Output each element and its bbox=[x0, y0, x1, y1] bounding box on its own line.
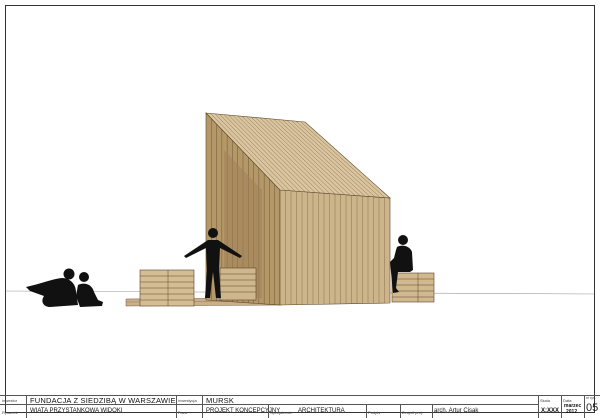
discipline-label: Specjalność bbox=[270, 410, 292, 415]
signature-label: Podpis bbox=[368, 410, 381, 415]
crate-bench-middle bbox=[219, 267, 257, 301]
crate-bench-right bbox=[391, 272, 435, 303]
investor-label: Inwestor bbox=[2, 398, 18, 403]
investment-value: MURSK bbox=[206, 396, 235, 405]
scale-value: X:XXX bbox=[541, 408, 560, 414]
sheet-number: 05 bbox=[586, 402, 599, 414]
sheet-number-label: nr rys. bbox=[586, 396, 596, 400]
scale-label: Skala bbox=[540, 398, 551, 403]
author-label: Zespół proj. bbox=[402, 410, 423, 415]
phase-label: Faza bbox=[178, 410, 187, 415]
investor-value: FUNDACJA Z SIEDZIBĄ W WARSZAWIE bbox=[30, 396, 176, 405]
silhouette-sitting-pair bbox=[26, 268, 103, 307]
investment-label: Inwestycja bbox=[178, 398, 197, 403]
discipline-value: ARCHITEKTURA bbox=[298, 408, 345, 414]
elevation-drawing bbox=[5, 112, 595, 307]
drawing-label: Rysunek bbox=[2, 410, 18, 415]
crate-bench-left bbox=[139, 269, 195, 307]
drawing-sheet: Inwestor FUNDACJA Z SIEDZIBĄ W WARSZAWIE… bbox=[0, 0, 600, 418]
date-year: 2012 bbox=[566, 409, 578, 415]
author-value: arch. Artur Cisak bbox=[434, 408, 479, 414]
title-block: Inwestor FUNDACJA Z SIEDZIBĄ W WARSZAWIE… bbox=[0, 395, 600, 418]
drawing-value: WIATA PRZYSTANKOWA WIDOKI bbox=[30, 408, 123, 414]
